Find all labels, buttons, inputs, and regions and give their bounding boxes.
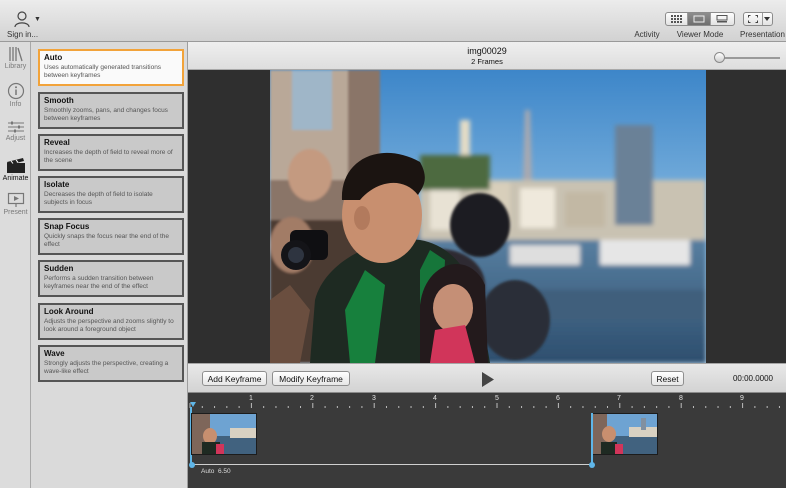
zoom-slider-track[interactable] xyxy=(720,57,780,59)
effect-name: Auto xyxy=(44,53,63,62)
effect-isolate[interactable]: Isolate Decreases the depth of field to … xyxy=(38,176,184,213)
viewer-mode-label: Viewer Mode xyxy=(676,30,724,39)
effect-name: Snap Focus xyxy=(44,222,90,231)
zoom-slider-knob[interactable] xyxy=(714,52,725,63)
fullscreen-icon[interactable] xyxy=(744,13,763,25)
sidebar-item-animate[interactable]: Animate xyxy=(0,157,31,182)
sliders-icon xyxy=(7,121,24,133)
sidebar-item-present[interactable]: Present xyxy=(0,192,31,216)
effect-name: Isolate xyxy=(44,180,70,189)
photo-image xyxy=(270,70,706,363)
effect-snap-focus[interactable]: Snap Focus Quickly snaps the focus near … xyxy=(38,218,184,255)
sidebar-item-label: Info xyxy=(9,101,22,108)
sidebar-item-label: Library xyxy=(4,63,27,70)
filmstrip-view-icon[interactable] xyxy=(711,13,734,25)
sidebar-item-label: Animate xyxy=(2,175,29,182)
activity-control: Activity xyxy=(632,12,662,42)
sidebar-rail: Library Info Adjust Animate Present xyxy=(0,42,31,488)
controls-bar: Add Keyframe Modify Keyframe Reset 00:00… xyxy=(188,363,786,393)
play-icon xyxy=(482,372,494,387)
play-button[interactable] xyxy=(481,371,495,393)
sidebar-item-label: Present xyxy=(3,209,28,216)
ruler-label: 9 xyxy=(740,395,744,402)
effect-description: Smoothly zooms, pans, and changes focus … xyxy=(44,107,168,122)
sidebar-item-adjust[interactable]: Adjust xyxy=(0,120,31,142)
effect-wave[interactable]: Wave Strongly adjusts the perspective, c… xyxy=(38,345,184,382)
single-view-icon[interactable] xyxy=(688,13,711,25)
present-icon xyxy=(7,192,24,207)
effect-description: Adjusts the perspective and zooms slight… xyxy=(44,318,174,333)
sidebar-item-library[interactable]: Library xyxy=(0,46,31,70)
effect-description: Decreases the depth of field to isolate … xyxy=(44,191,153,206)
effect-name: Wave xyxy=(44,349,65,358)
effects-panel: Auto Uses automatically generated transi… xyxy=(31,42,188,488)
effect-reveal[interactable]: Reveal Increases the depth of field to r… xyxy=(38,134,184,171)
frame-count: 2 Frames xyxy=(471,57,503,66)
add-keyframe-button[interactable]: Add Keyframe xyxy=(202,371,267,386)
clapperboard-icon xyxy=(6,158,25,173)
image-viewer xyxy=(188,70,786,363)
ruler-label: 7 xyxy=(617,395,621,402)
viewer-mode-control: Viewer Mode xyxy=(665,12,735,42)
ruler-label: 5 xyxy=(495,395,499,402)
reset-button[interactable]: Reset xyxy=(651,371,684,386)
timecode: 00:00.0000 xyxy=(732,374,773,383)
effect-name: Reveal xyxy=(44,138,70,147)
toolbar: ▼ Sign in... Activity Viewer Mode Presen… xyxy=(0,0,786,42)
sign-in-label: Sign in... xyxy=(7,30,39,39)
viewer-header: img00029 2 Frames xyxy=(188,42,786,70)
segment-label: Auto 6.50 xyxy=(201,468,231,475)
sign-in-button[interactable]: ▼ Sign in... xyxy=(4,10,41,40)
ruler-label: 6 xyxy=(556,395,560,402)
sidebar-item-label: Adjust xyxy=(5,135,26,142)
timeline-ruler xyxy=(189,402,780,465)
effect-smooth[interactable]: Smooth Smoothly zooms, pans, and changes… xyxy=(38,92,184,129)
keyframe-image xyxy=(593,414,657,454)
effect-sudden[interactable]: Sudden Performs a sudden transition betw… xyxy=(38,260,184,297)
effect-auto[interactable]: Auto Uses automatically generated transi… xyxy=(38,49,184,86)
presentation-control: Presentation xyxy=(740,12,785,42)
keyframe-thumbnail[interactable] xyxy=(592,413,658,455)
grid-view-icon[interactable] xyxy=(666,13,689,25)
keyframe-thumbnail[interactable] xyxy=(191,413,257,455)
library-icon xyxy=(8,47,23,62)
effect-description: Strongly adjusts the perspective, creati… xyxy=(44,360,169,375)
ruler-label: 4 xyxy=(433,395,437,402)
chevron-down-icon: ▼ xyxy=(34,16,41,23)
ruler-label: 8 xyxy=(679,395,683,402)
ruler-label: 1 xyxy=(249,395,253,402)
ruler-label: 3 xyxy=(372,395,376,402)
effect-name: Smooth xyxy=(44,96,74,105)
effect-description: Quickly snaps the focus near the end of … xyxy=(44,233,170,248)
ruler-label: 2 xyxy=(310,395,314,402)
presentation-label: Presentation xyxy=(740,30,785,39)
image-title: img00029 xyxy=(467,46,507,56)
effect-look-around[interactable]: Look Around Adjusts the perspective and … xyxy=(38,303,184,340)
effect-description: Performs a sudden transition between key… xyxy=(44,275,154,290)
effect-name: Look Around xyxy=(44,307,94,316)
timeline[interactable]: 1 2 3 4 5 6 7 8 9 Auto 6.50 xyxy=(188,393,786,488)
photo[interactable] xyxy=(270,70,706,363)
presentation-menu-chevron-icon[interactable] xyxy=(763,13,772,25)
keyframe-image xyxy=(192,414,256,454)
sidebar-item-info[interactable]: Info xyxy=(0,82,31,108)
effect-description: Uses automatically generated transitions… xyxy=(44,64,162,79)
modify-keyframe-button[interactable]: Modify Keyframe xyxy=(272,371,350,386)
activity-label: Activity xyxy=(634,30,660,39)
user-icon xyxy=(14,11,30,28)
info-icon xyxy=(7,82,24,100)
effect-name: Sudden xyxy=(44,264,74,273)
effect-description: Increases the depth of field to reveal m… xyxy=(44,149,173,164)
